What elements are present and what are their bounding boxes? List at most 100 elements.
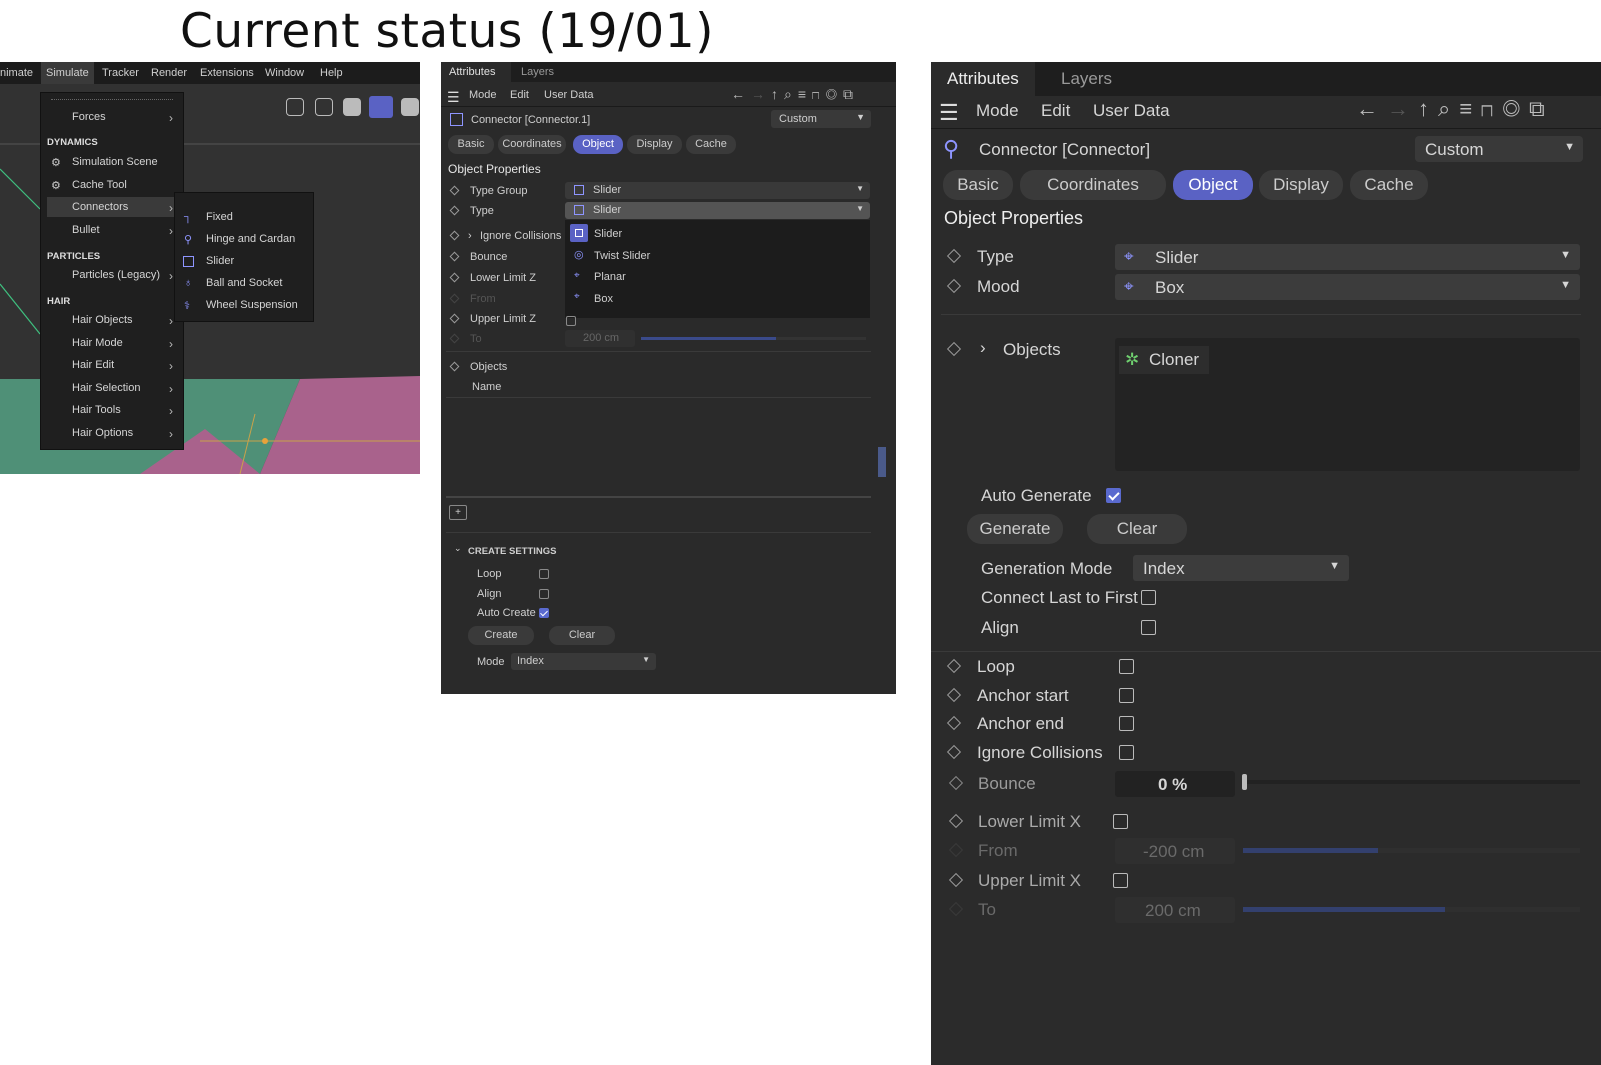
menu-item-cache-tool[interactable]: ⚙ Cache Tool bbox=[41, 175, 183, 195]
type-group-select[interactable]: Slider ▼ bbox=[565, 182, 870, 199]
submenu-item-fixed[interactable]: ┐ Fixed bbox=[175, 207, 313, 227]
new-window-icon[interactable]: ⧉ bbox=[843, 86, 859, 102]
keyframe-diamond-icon[interactable] bbox=[946, 341, 962, 357]
menu-mode[interactable]: Mode bbox=[469, 89, 497, 101]
from-slider-track[interactable] bbox=[1243, 848, 1580, 853]
mode-select[interactable]: Index ▼ bbox=[511, 653, 656, 670]
tab-basic[interactable]: Basic bbox=[448, 135, 494, 154]
scrollbar-thumb[interactable] bbox=[878, 447, 886, 477]
keyframe-diamond-icon[interactable] bbox=[449, 251, 460, 262]
tab-coordinates[interactable]: Coordinates bbox=[498, 135, 566, 154]
menu-item-hair-tools[interactable]: Hair Tools › bbox=[41, 400, 183, 420]
generation-mode-select[interactable]: Index ▼ bbox=[1133, 555, 1349, 581]
keyframe-diamond-icon[interactable] bbox=[946, 715, 962, 731]
keyframe-diamond-icon[interactable] bbox=[449, 272, 460, 283]
tab-attributes[interactable]: Attributes bbox=[931, 62, 1035, 96]
create-button[interactable]: Create bbox=[468, 626, 534, 645]
tab-display[interactable]: Display bbox=[1259, 170, 1343, 200]
search-icon[interactable]: ⌕ bbox=[784, 86, 798, 102]
bounce-field[interactable]: 0 % bbox=[1115, 771, 1235, 797]
submenu-item-slider[interactable]: Slider bbox=[175, 251, 313, 271]
keyframe-diamond-icon[interactable] bbox=[946, 248, 962, 264]
menu-item-hair-options[interactable]: Hair Options › bbox=[41, 423, 183, 443]
tab-layers[interactable]: Layers bbox=[1061, 69, 1112, 89]
loop-checkbox[interactable] bbox=[539, 569, 549, 579]
menu-item-hair-objects[interactable]: Hair Objects › bbox=[41, 310, 183, 330]
to-slider-track[interactable] bbox=[641, 337, 866, 340]
ignore-collisions-checkbox[interactable] bbox=[1119, 745, 1134, 760]
lower-limit-checkbox[interactable] bbox=[1113, 814, 1128, 829]
preset-select[interactable]: Custom ▼ bbox=[1415, 136, 1583, 162]
bounce-slider-track[interactable] bbox=[1243, 780, 1580, 784]
upper-limit-checkbox[interactable] bbox=[1113, 873, 1128, 888]
back-arrow-icon[interactable]: ← bbox=[1356, 96, 1387, 121]
search-icon[interactable]: ⌕ bbox=[1438, 96, 1459, 121]
forward-arrow-icon[interactable]: → bbox=[751, 86, 771, 102]
hamburger-icon[interactable]: ☰ bbox=[447, 89, 460, 106]
menu-extensions[interactable]: Extensions bbox=[200, 67, 254, 79]
keyframe-diamond-icon[interactable] bbox=[449, 205, 460, 216]
menu-help[interactable]: Help bbox=[320, 67, 343, 79]
menu-item-simulation-scene[interactable]: ⚙ Simulation Scene bbox=[41, 152, 183, 172]
to-slider-track[interactable] bbox=[1243, 907, 1580, 912]
keyframe-diamond-icon[interactable] bbox=[946, 278, 962, 294]
menu-animate[interactable]: nimate bbox=[0, 67, 33, 79]
tab-cache[interactable]: Cache bbox=[686, 135, 736, 154]
tab-display[interactable]: Display bbox=[627, 135, 682, 154]
tab-object[interactable]: Object bbox=[573, 135, 623, 154]
to-field[interactable]: 200 cm bbox=[1115, 897, 1235, 923]
menu-mode[interactable]: Mode bbox=[976, 101, 1019, 121]
up-arrow-icon[interactable]: ↑ bbox=[1418, 96, 1438, 121]
menu-edit[interactable]: Edit bbox=[510, 89, 529, 101]
align-checkbox[interactable] bbox=[539, 589, 549, 599]
mood-select[interactable]: ⌖ Box ▼ bbox=[1115, 274, 1580, 300]
submenu-item-wheel-suspension[interactable]: ⚕ Wheel Suspension bbox=[175, 295, 313, 315]
target-icon[interactable]: ◎ bbox=[1503, 96, 1529, 121]
auto-create-checkbox[interactable] bbox=[539, 608, 549, 618]
generate-button[interactable]: Generate bbox=[967, 514, 1063, 544]
add-folder-icon[interactable]: + bbox=[449, 505, 467, 520]
from-field[interactable]: -200 cm bbox=[1115, 838, 1235, 864]
keyframe-diamond-icon[interactable] bbox=[948, 775, 964, 791]
submenu-item-ball-socket[interactable]: ♁ Ball and Socket bbox=[175, 273, 313, 293]
connect-last-checkbox[interactable] bbox=[1141, 590, 1156, 605]
anchor-start-checkbox[interactable] bbox=[1119, 688, 1134, 703]
anchor-end-checkbox[interactable] bbox=[1119, 716, 1134, 731]
forward-arrow-icon[interactable]: → bbox=[1387, 96, 1418, 121]
menu-item-forces[interactable]: Forces › bbox=[41, 107, 183, 127]
type-select[interactable]: ⌖ Slider ▼ bbox=[1115, 244, 1580, 270]
keyframe-diamond-icon[interactable] bbox=[449, 313, 460, 324]
target-icon[interactable]: ◎ bbox=[826, 86, 843, 102]
type-select[interactable]: Slider ▼ bbox=[565, 202, 870, 219]
tab-attributes[interactable]: Attributes bbox=[441, 62, 511, 82]
back-arrow-icon[interactable]: ← bbox=[731, 86, 751, 102]
tab-layers[interactable]: Layers bbox=[521, 66, 554, 78]
keyframe-diamond-icon[interactable] bbox=[946, 744, 962, 760]
menu-item-hair-edit[interactable]: Hair Edit › bbox=[41, 355, 183, 375]
mode-icon-2[interactable] bbox=[315, 98, 333, 116]
filter-icon[interactable]: ≡ bbox=[798, 86, 812, 102]
tab-cache[interactable]: Cache bbox=[1350, 170, 1428, 200]
tab-basic[interactable]: Basic bbox=[943, 170, 1013, 200]
tab-coordinates[interactable]: Coordinates bbox=[1020, 170, 1166, 200]
mode-icon-1[interactable] bbox=[286, 98, 304, 116]
chevron-right-icon[interactable]: › bbox=[468, 230, 472, 242]
preset-select[interactable]: Custom ▼ bbox=[771, 110, 871, 128]
keyframe-diamond-icon[interactable] bbox=[449, 230, 460, 241]
menu-render[interactable]: Render bbox=[151, 67, 187, 79]
mode-icon-5[interactable] bbox=[401, 98, 419, 116]
chevron-right-icon[interactable]: › bbox=[980, 338, 986, 358]
keyframe-diamond-icon[interactable] bbox=[946, 687, 962, 703]
clear-button[interactable]: Clear bbox=[549, 626, 615, 645]
upper-limit-checkbox[interactable] bbox=[566, 316, 576, 326]
bounce-slider-handle[interactable] bbox=[1242, 774, 1247, 790]
menu-item-particles-legacy[interactable]: Particles (Legacy) › bbox=[41, 265, 183, 285]
menu-user-data[interactable]: User Data bbox=[1093, 101, 1170, 121]
auto-generate-checkbox[interactable] bbox=[1106, 488, 1121, 503]
chevron-down-icon[interactable]: ⌄ bbox=[454, 543, 462, 554]
keyframe-diamond-icon[interactable] bbox=[946, 658, 962, 674]
lock-icon[interactable]: ⊓ bbox=[1481, 96, 1502, 121]
tab-object[interactable]: Object bbox=[1173, 170, 1253, 200]
keyframe-diamond-icon[interactable] bbox=[449, 185, 460, 196]
hamburger-icon[interactable]: ☰ bbox=[939, 100, 959, 126]
